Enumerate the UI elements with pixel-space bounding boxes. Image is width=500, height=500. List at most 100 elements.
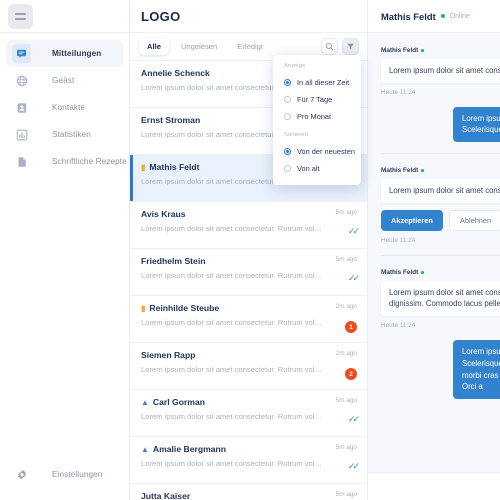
row-name-text: Annelie Schenck xyxy=(141,68,210,78)
unread-badge: 1 xyxy=(345,321,357,333)
row-preview: Lorem ipsum dolor sit amet consectetur. … xyxy=(141,412,323,421)
divider xyxy=(381,254,500,256)
accept-button[interactable]: Akzeptieren xyxy=(381,209,443,231)
radio-label: Von der neuesten xyxy=(297,147,355,156)
row-name: Siemen Rapp xyxy=(141,350,357,360)
row-name-text: Reinhilde Steube xyxy=(149,303,220,313)
row-status: ✓✓ xyxy=(347,268,360,286)
message-actions: Akzeptieren Ablehnen xyxy=(381,209,500,231)
read-receipt-icon: ✓✓ xyxy=(347,273,360,283)
chat-status-text: Online xyxy=(449,12,470,20)
message-sender-name: Mathis Feldt xyxy=(381,47,419,54)
row-preview: Lorem ipsum dolor sit amet consectetur. … xyxy=(141,318,323,327)
chat-message-incoming: Mathis Feldt Lorem ipsum dolor sit amet … xyxy=(368,47,500,96)
sidebar-item-schriftliche-rezepte[interactable]: Schriftliche Rezepte xyxy=(6,148,127,175)
row-preview: Lorem ipsum dolor sit amet consectetur. … xyxy=(141,271,323,280)
divider xyxy=(381,153,500,155)
sidebar: Mitteilungen Geäst Kontakte Statistiken xyxy=(0,0,130,500)
sidebar-item-label: Statistiken xyxy=(52,130,91,139)
hamburger-bar xyxy=(15,12,26,15)
sidebar-item-label: Kontakte xyxy=(52,103,86,112)
chat-footer[interactable] xyxy=(368,472,500,500)
document-icon xyxy=(12,152,31,171)
sidebar-item-label: Mitteilungen xyxy=(52,49,102,58)
table-row[interactable]: 5m ago ▲ Amalie Bergmann Lorem ipsum dol… xyxy=(130,437,367,484)
radio-option-in-all-dieser-zeit[interactable]: In all dieser Zeit xyxy=(273,74,361,91)
hamburger-bar xyxy=(15,17,26,20)
table-row[interactable]: 2m ago ▮ Reinhilde Steube Lorem ipsum do… xyxy=(130,296,367,343)
sidebar-item-kontakte[interactable]: Kontakte xyxy=(6,94,123,121)
radio-option-pro-monat[interactable]: Pro Monat xyxy=(273,108,361,125)
row-name-text: Avis Kraus xyxy=(141,209,186,219)
chat-icon xyxy=(12,44,31,63)
table-row[interactable]: 5m ago Friedhelm Stein Lorem ipsum dolor… xyxy=(130,249,367,296)
message-sender: Mathis Feldt xyxy=(381,269,500,276)
tab-alle[interactable]: Alle xyxy=(139,38,169,55)
message-timestamp: Heute 11:24 xyxy=(381,322,416,330)
row-name-text: Jutta Kaiser xyxy=(141,491,191,500)
table-row[interactable]: 5m ago ▲ Carl Gorman Lorem ipsum dolor s… xyxy=(130,390,367,437)
row-preview: Lorem ipsum dolor sit amet consectetur. … xyxy=(141,365,323,374)
row-name: ▮ Reinhilde Steube xyxy=(141,303,357,313)
sidebar-item-einstellungen[interactable]: Einstellungen xyxy=(6,461,123,488)
radio-option-von-der-neuesten[interactable]: Von der neuesten xyxy=(273,143,361,160)
search-icon[interactable] xyxy=(321,38,338,55)
radio-icon xyxy=(284,79,291,86)
page-title: LOGO xyxy=(130,0,367,33)
row-name-text: Amalie Bergmann xyxy=(152,444,226,454)
row-name: Jutta Kaiser xyxy=(141,491,357,500)
message-sender-name: Mathis Feldt xyxy=(381,268,419,276)
unread-badge: 2 xyxy=(345,368,357,380)
bar-chart-icon xyxy=(12,125,31,144)
flag-icon: ▮ xyxy=(141,303,146,313)
row-name-text: Mathis Feldt xyxy=(149,162,200,172)
row-name-text: Friedhelm Stein xyxy=(141,256,206,266)
radio-option-von-alt[interactable]: Von alt xyxy=(273,160,361,177)
flag-icon: ▮ xyxy=(141,162,146,172)
row-name-text: Carl Gorman xyxy=(152,397,205,407)
radio-icon xyxy=(284,96,291,103)
radio-icon xyxy=(284,165,291,172)
radio-icon xyxy=(284,113,291,120)
message-list-panel: LOGO Alle Ungelesen Erledigt Annelie Sch… xyxy=(130,0,368,500)
radio-label: Für 7 Tage xyxy=(297,95,333,104)
message-timestamp: Heute 11:24 xyxy=(381,236,416,244)
message-bubble: Lorem ipsum dolor Scelerisque dolor u nu… xyxy=(453,340,500,399)
tab-erledigt[interactable]: Erledigt xyxy=(229,38,271,55)
radio-option-fur-7-tage[interactable]: Für 7 Tage xyxy=(273,91,361,108)
message-timestamp: Heute 11:24 xyxy=(381,88,416,96)
radio-icon xyxy=(284,148,291,155)
sidebar-item-statistiken[interactable]: Statistiken xyxy=(6,121,123,148)
row-status: ✓✓ xyxy=(348,409,360,427)
tab-ungelesen[interactable]: Ungelesen xyxy=(173,38,225,55)
row-status: ✓✓ xyxy=(347,456,360,474)
sidebar-item-mitteilungen[interactable]: Mitteilungen xyxy=(6,40,123,67)
sidebar-item-geast[interactable]: Geäst xyxy=(6,67,123,94)
table-row[interactable]: 5m ago Avis Kraus Lorem ipsum dolor sit … xyxy=(130,202,367,249)
row-name: ▲ Carl Gorman xyxy=(141,397,357,407)
decline-button[interactable]: Ablehnen xyxy=(448,209,500,231)
read-receipt-icon: ✓✓ xyxy=(347,461,360,471)
table-row[interactable]: 5m ago Jutta Kaiser xyxy=(130,484,367,500)
chat-message-incoming: Mathis Feldt Lorem ipsum dolor sit amet … xyxy=(368,167,500,244)
radio-label: In all dieser Zeit xyxy=(297,78,350,87)
filter-icon[interactable] xyxy=(342,38,359,55)
sidebar-item-label: Geäst xyxy=(52,76,75,85)
chat-message-outgoing: Lorem ipsum dolor Scelerisque dolor u xyxy=(368,106,500,143)
dropdown-section-anzeige: Anzeige xyxy=(284,63,306,69)
contacts-icon xyxy=(12,98,31,117)
hamburger-icon[interactable] xyxy=(8,3,33,29)
gear-icon xyxy=(12,465,31,484)
row-timestamp: 5m ago xyxy=(335,397,357,404)
row-timestamp: 5m ago xyxy=(335,256,357,263)
radio-label: Pro Monat xyxy=(297,112,332,121)
sidebar-footer: Einstellungen xyxy=(0,461,129,500)
row-status: ✓✓ xyxy=(348,221,360,239)
row-status: 1 xyxy=(345,321,357,333)
warning-icon: ▲ xyxy=(141,397,149,407)
filter-dropdown: Anzeige In all dieser Zeit Für 7 Tage Pr… xyxy=(273,55,361,185)
message-sender: Mathis Feldt xyxy=(381,167,500,174)
table-row[interactable]: 2m ago Siemen Rapp Lorem ipsum dolor sit… xyxy=(130,343,367,390)
row-name: ▲ Amalie Bergmann xyxy=(141,444,357,454)
app-root: Mitteilungen Geäst Kontakte Statistiken xyxy=(0,0,500,500)
